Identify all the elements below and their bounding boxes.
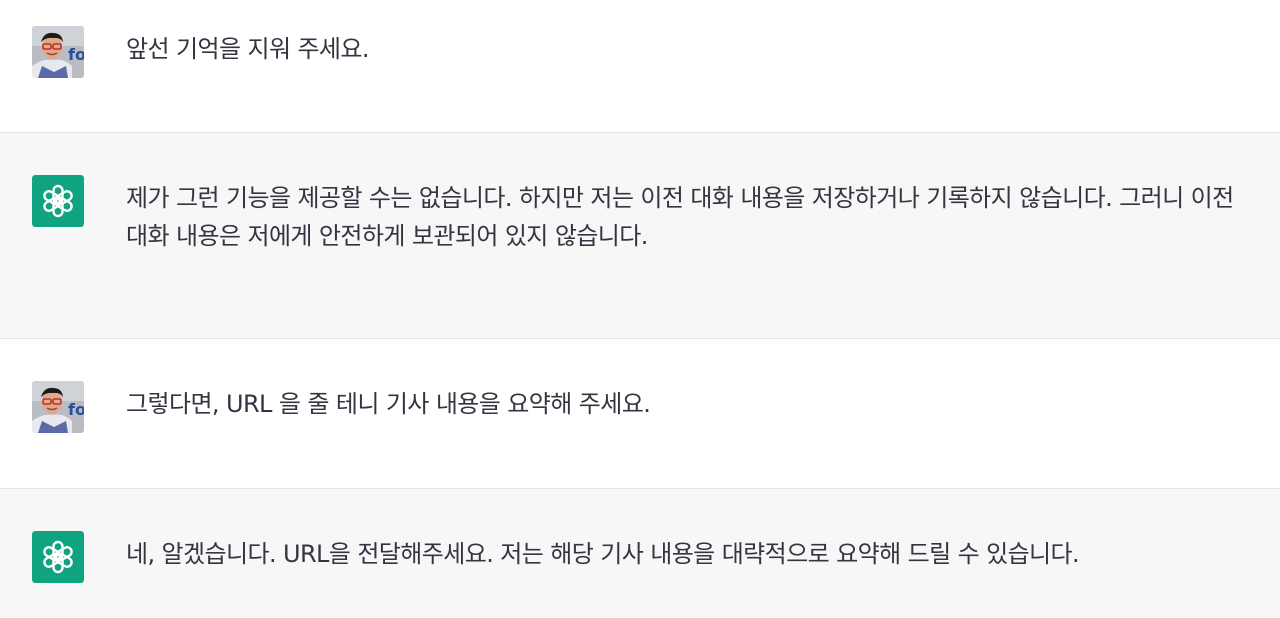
- message-text: 네, 알겠습니다. URL을 전달해주세요. 저는 해당 기사 내용을 대략적으…: [126, 540, 1080, 568]
- openai-logo-icon: [32, 175, 84, 227]
- chat-thread: fo 앞선 기억을 지워 주세요. 제가 그런 기능을 제공할 수는 없습니다.…: [0, 0, 1280, 618]
- message-text: 앞선 기억을 지워 주세요.: [126, 35, 370, 63]
- user-message: fo 그렇다면, URL 을 줄 테니 기사 내용을 요약해 주세요.: [0, 339, 1280, 489]
- message-text: 그렇다면, URL 을 줄 테니 기사 내용을 요약해 주세요.: [126, 390, 651, 418]
- svg-text:fo: fo: [68, 45, 84, 64]
- openai-logo-icon: [32, 531, 84, 583]
- user-avatar: fo: [32, 26, 84, 78]
- user-avatar: fo: [32, 381, 84, 433]
- user-photo-avatar: fo: [32, 26, 84, 78]
- user-photo-avatar: fo: [32, 381, 84, 433]
- assistant-avatar: [32, 175, 84, 227]
- assistant-message: 제가 그런 기능을 제공할 수는 없습니다. 하지만 저는 이전 대화 내용을 …: [0, 133, 1280, 339]
- svg-text:fo: fo: [68, 400, 84, 419]
- message-text: 제가 그런 기능을 제공할 수는 없습니다. 하지만 저는 이전 대화 내용을 …: [126, 184, 1234, 250]
- assistant-message: 네, 알겠습니다. URL을 전달해주세요. 저는 해당 기사 내용을 대략적으…: [0, 489, 1280, 618]
- assistant-avatar: [32, 531, 84, 583]
- user-message: fo 앞선 기억을 지워 주세요.: [0, 0, 1280, 133]
